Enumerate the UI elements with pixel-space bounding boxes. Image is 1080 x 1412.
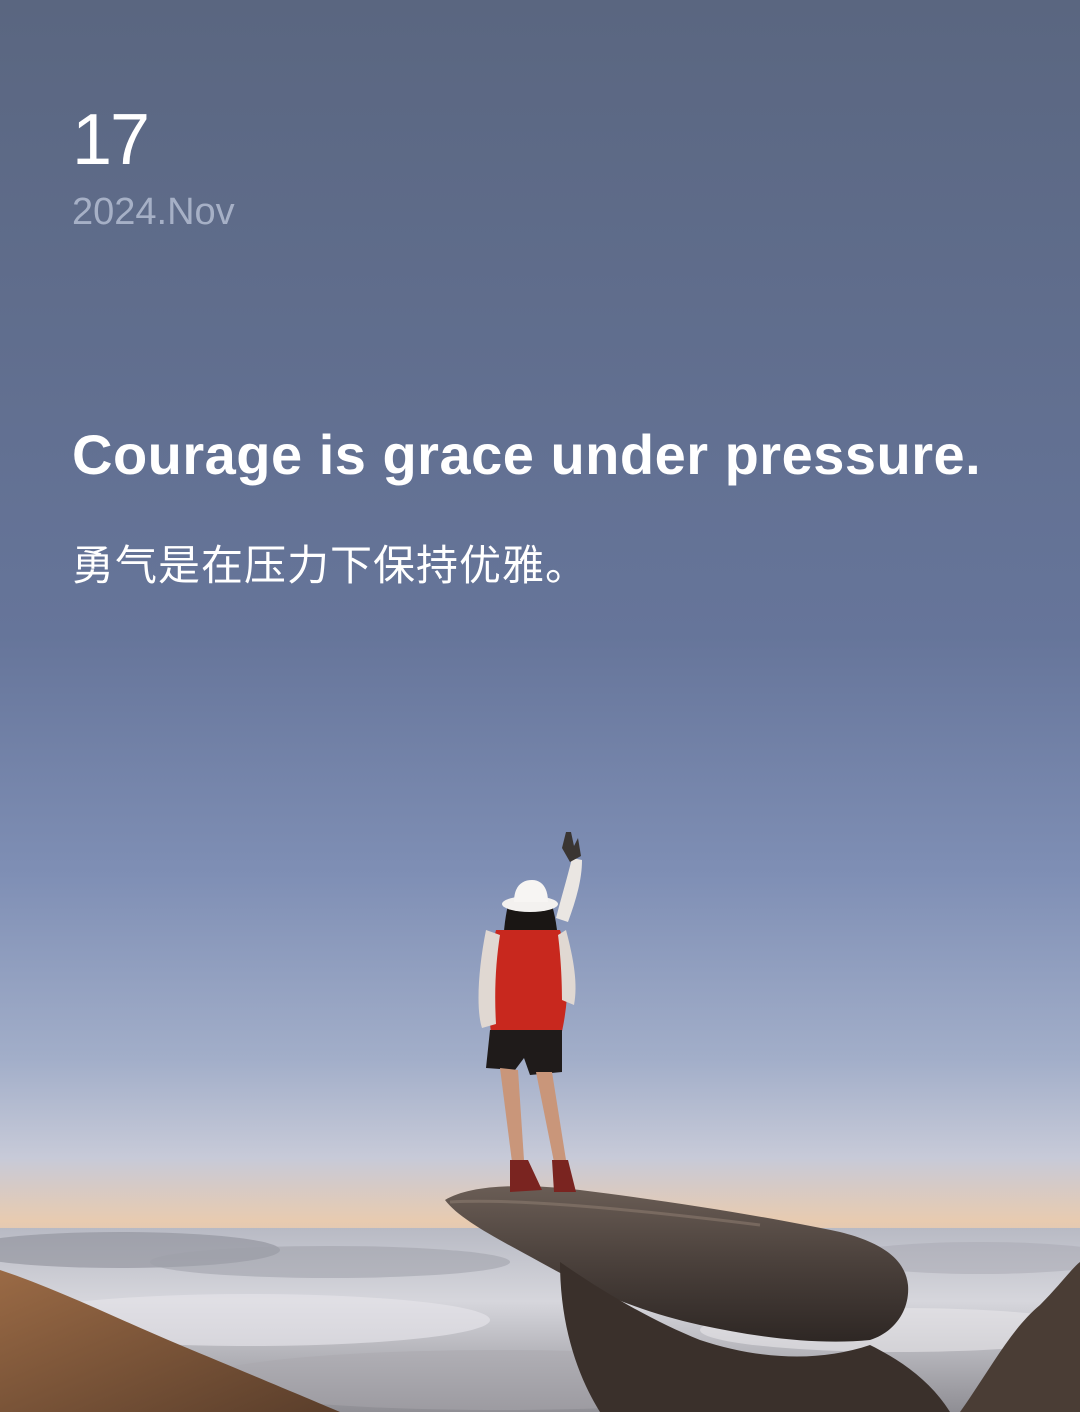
quote-english: Courage is grace under pressure. (72, 423, 982, 486)
quote-chinese: 勇气是在压力下保持优雅。 (72, 541, 589, 590)
date-block: 17 2024.Nov (72, 100, 235, 236)
daily-quote-card: 17 2024.Nov Courage is grace under press… (0, 0, 1080, 1412)
month-year: 2024.Nov (72, 191, 235, 233)
day-number: 17 (72, 100, 150, 180)
